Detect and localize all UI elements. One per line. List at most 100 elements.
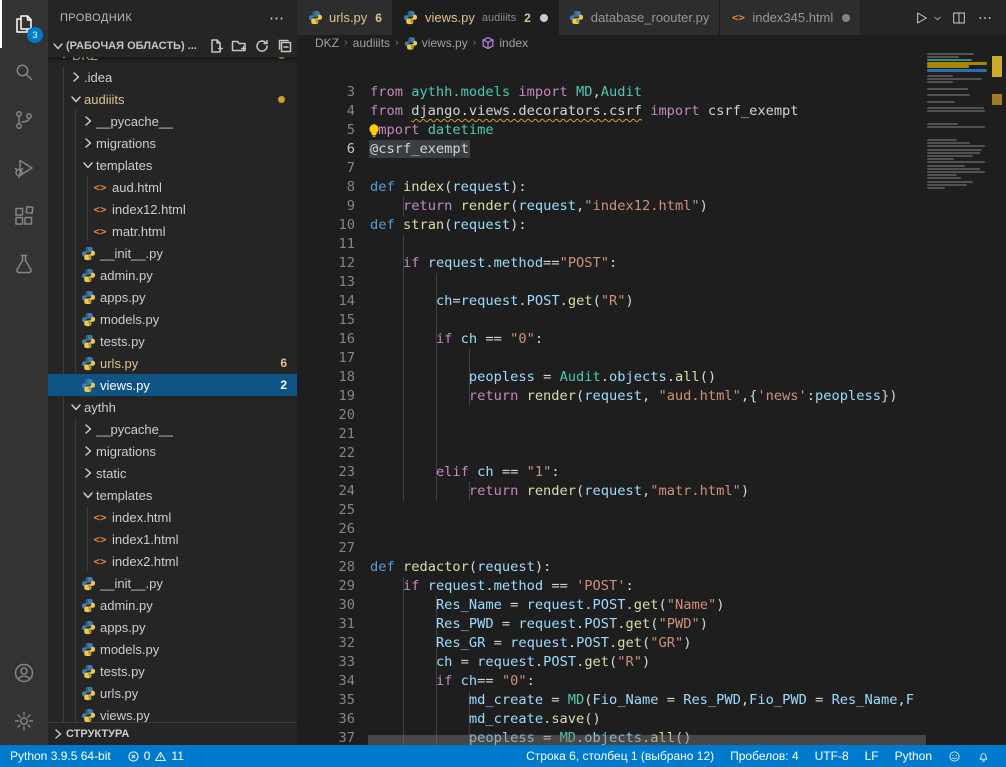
tree-item-__init__.py[interactable]: __init__.py [48, 242, 297, 264]
collapse-all-icon[interactable] [277, 38, 293, 54]
indent-guide [469, 349, 470, 368]
more-actions-icon[interactable] [974, 7, 996, 29]
code-line-11: 11 [297, 235, 925, 254]
status-indentation[interactable]: Пробелов: 4 [722, 745, 807, 767]
status-left: Python 3.9.5 64-bit 0 11 [0, 745, 192, 767]
activity-extensions[interactable] [0, 192, 48, 240]
extensions-icon [12, 204, 36, 228]
tree-item-index12.html[interactable]: <>index12.html [48, 198, 297, 220]
line-number: 22 [297, 444, 355, 463]
status-eol[interactable]: LF [857, 745, 887, 767]
minimap-line [927, 181, 973, 183]
tree-item-urls.py[interactable]: urls.py [48, 682, 297, 704]
run-dropdown-icon[interactable] [930, 7, 944, 29]
workspace-label: (РАБОЧАЯ ОБЛАСТЬ) ... [66, 40, 197, 52]
split-editor-icon[interactable] [948, 7, 970, 29]
activity-account[interactable] [0, 649, 48, 697]
status-encoding[interactable]: UTF-8 [807, 745, 857, 767]
tree-item-apps.py[interactable]: apps.py [48, 286, 297, 308]
tree-item-models.py[interactable]: models.py [48, 308, 297, 330]
overview-ruler[interactable] [988, 51, 1006, 745]
status-right: Строка 6, столбец 1 (выбрано 12)Пробелов… [518, 745, 1006, 767]
tree-item-DKZ[interactable]: DKZ [48, 57, 297, 66]
tree-item-label: apps.py [100, 620, 146, 635]
workspace-section-header[interactable]: (РАБОЧАЯ ОБЛАСТЬ) ... [48, 35, 297, 57]
tree-item-migrations[interactable]: migrations [48, 132, 297, 154]
status-language-mode[interactable]: Python [887, 745, 940, 767]
indent-guide [403, 273, 404, 292]
tree-item-index1.html[interactable]: <>index1.html [48, 528, 297, 550]
code-editor[interactable]: 3from aythh.models import MD,Audit4from … [297, 51, 988, 745]
new-file-icon[interactable] [208, 38, 224, 54]
activity-testing[interactable] [0, 240, 48, 288]
tree-item-index.html[interactable]: <>index.html [48, 506, 297, 528]
tree-item-tests.py[interactable]: tests.py [48, 660, 297, 682]
tree-item-__init__.py[interactable]: __init__.py [48, 572, 297, 594]
tree-item-admin.py[interactable]: admin.py [48, 264, 297, 286]
bell-icon [977, 750, 990, 763]
breadcrumb-item-DKZ[interactable]: DKZ [315, 36, 339, 50]
tree-item-matr.html[interactable]: <>matr.html [48, 220, 297, 242]
tree-item-__pycache__[interactable]: __pycache__ [48, 110, 297, 132]
minimap-line [927, 142, 970, 144]
code-line-21: 21 [297, 425, 925, 444]
new-folder-icon[interactable] [231, 38, 247, 54]
activity-search[interactable] [0, 48, 48, 96]
minimap-line [927, 53, 974, 55]
chevron-down-icon [50, 38, 66, 54]
tree-item-.idea[interactable]: .idea [48, 66, 297, 88]
breadcrumb-item-audiiits[interactable]: audiiits [353, 36, 390, 50]
tab-urls.py[interactable]: urls.py6 [297, 0, 393, 35]
line-number: 4 [297, 102, 355, 121]
status-cursor-position[interactable]: Строка 6, столбец 1 (выбрано 12) [518, 745, 722, 767]
horizontal-scrollbar[interactable] [368, 735, 926, 745]
unsaved-dot[interactable] [540, 14, 548, 22]
html-file-icon: <> [730, 10, 746, 26]
python-interpreter-status[interactable]: Python 3.9.5 64-bit [0, 745, 119, 767]
tree-item-label: tests.py [100, 334, 145, 349]
tree-item-aythh[interactable]: aythh [48, 396, 297, 418]
problems-status[interactable]: 0 11 [119, 745, 192, 767]
activity-files[interactable]: 3 [0, 0, 48, 48]
run-icon[interactable] [910, 7, 932, 29]
code-line-5: 5import datetime [297, 121, 925, 140]
unsaved-dot[interactable] [842, 14, 850, 22]
tree-item-models.py[interactable]: models.py [48, 638, 297, 660]
activity-source-control[interactable] [0, 96, 48, 144]
lightbulb-icon[interactable] [367, 123, 381, 138]
tree-item-label: __pycache__ [96, 114, 173, 129]
status-feedback[interactable] [940, 745, 969, 767]
tab-views.py[interactable]: views.pyaudiiits2 [393, 0, 559, 35]
tab-database_roouter.py[interactable]: database_roouter.py [559, 0, 721, 35]
status-notifications[interactable] [969, 745, 998, 767]
tree-item-audiiits[interactable]: audiiits [48, 88, 297, 110]
minimap[interactable] [925, 51, 988, 745]
tree-item-__pycache__[interactable]: __pycache__ [48, 418, 297, 440]
breadcrumb-item-views.py[interactable]: views.py [404, 36, 468, 50]
tree-item-views.py[interactable]: views.py2 [48, 374, 297, 396]
indent-guide [436, 425, 437, 444]
tree-item-templates[interactable]: templates [48, 484, 297, 506]
tree-item-templates[interactable]: templates [48, 154, 297, 176]
line-number: 23 [297, 463, 355, 482]
tree-item-views.py[interactable]: views.py [48, 704, 297, 722]
chevron-right-icon [80, 421, 96, 437]
refresh-icon[interactable] [254, 38, 270, 54]
tree-item-index2.html[interactable]: <>index2.html [48, 550, 297, 572]
tree-item-tests.py[interactable]: tests.py [48, 330, 297, 352]
activity-run-debug[interactable] [0, 144, 48, 192]
line-number: 37 [297, 729, 355, 745]
tree-item-urls.py[interactable]: urls.py6 [48, 352, 297, 374]
tree-item-aud.html[interactable]: <>aud.html [48, 176, 297, 198]
breadcrumb-item-index[interactable]: index [481, 36, 528, 50]
tree-item-admin.py[interactable]: admin.py [48, 594, 297, 616]
minimap-line [927, 161, 985, 163]
outline-section-header[interactable]: СТРУКТУРА [48, 722, 297, 745]
line-number: 36 [297, 710, 355, 729]
tree-item-migrations[interactable]: migrations [48, 440, 297, 462]
tree-item-apps.py[interactable]: apps.py [48, 616, 297, 638]
explorer-more-actions-icon[interactable]: ⋯ [269, 9, 285, 27]
tab-index345.html[interactable]: <>index345.html [720, 0, 861, 35]
activity-settings-gear[interactable] [0, 697, 48, 745]
tree-item-static[interactable]: static [48, 462, 297, 484]
